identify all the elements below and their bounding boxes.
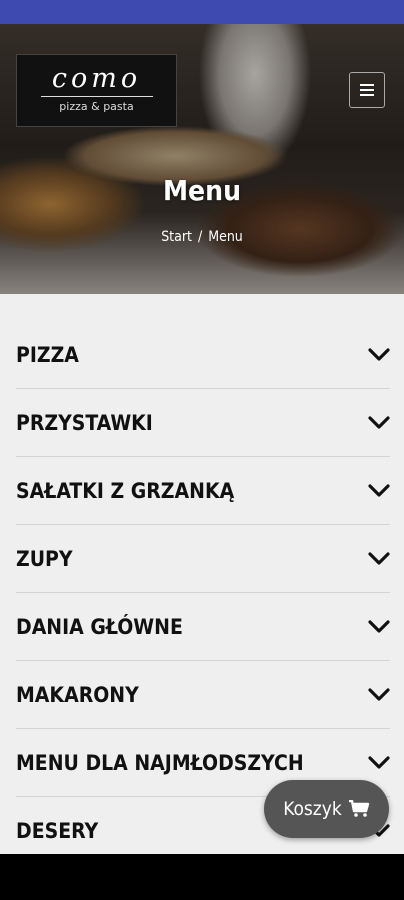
menu-category-pizza[interactable]: PIZZA: [16, 321, 390, 389]
logo-subtitle: pizza & pasta: [59, 100, 134, 113]
menu-toggle-button[interactable]: [349, 72, 385, 108]
hero-banner: como pizza & pasta Menu Start / Menu: [0, 24, 404, 294]
menu-category-zupy[interactable]: ZUPY: [16, 525, 390, 593]
chevron-down-icon: [368, 483, 390, 497]
breadcrumb: Start / Menu: [0, 229, 404, 245]
chevron-down-icon: [368, 755, 390, 769]
breadcrumb-separator: /: [197, 229, 203, 245]
menu-category-label: MENU DLA NAJMŁODSZYCH: [16, 750, 304, 775]
logo[interactable]: como pizza & pasta: [16, 54, 177, 127]
menu-category-label: DANIA GŁÓWNE: [16, 614, 183, 639]
chevron-down-icon: [368, 347, 390, 361]
menu-category-dania-glowne[interactable]: DANIA GŁÓWNE: [16, 593, 390, 661]
menu-category-label: ZUPY: [16, 546, 73, 571]
breadcrumb-current: Menu: [208, 229, 243, 245]
status-bar: [0, 0, 404, 24]
menu-category-label: SAŁATKI Z GRZANKĄ: [16, 478, 235, 503]
hamburger-icon: [360, 84, 374, 96]
system-navigation-bar: [0, 854, 404, 900]
menu-category-makarony[interactable]: MAKARONY: [16, 661, 390, 729]
cart-button[interactable]: Koszyk: [264, 780, 389, 838]
cart-icon: [348, 800, 369, 817]
menu-category-label: MAKARONY: [16, 682, 139, 707]
chevron-down-icon: [368, 551, 390, 565]
menu-category-label: DESERY: [16, 818, 99, 843]
menu-category-salatki[interactable]: SAŁATKI Z GRZANKĄ: [16, 457, 390, 525]
logo-word: como: [51, 63, 142, 94]
cart-button-label: Koszyk: [283, 798, 342, 820]
logo-divider: [40, 96, 153, 97]
page-title: Menu: [162, 174, 242, 207]
menu-category-label: PRZYSTAWKI: [16, 410, 153, 435]
chevron-down-icon: [368, 619, 390, 633]
chevron-down-icon: [368, 415, 390, 429]
menu-categories: PIZZA PRZYSTAWKI SAŁATKI Z GRZANKĄ ZUPY …: [0, 294, 404, 854]
menu-category-przystawki[interactable]: PRZYSTAWKI: [16, 389, 390, 457]
chevron-down-icon: [368, 687, 390, 701]
menu-category-label: PIZZA: [16, 342, 79, 367]
breadcrumb-start-link[interactable]: Start: [161, 229, 192, 245]
